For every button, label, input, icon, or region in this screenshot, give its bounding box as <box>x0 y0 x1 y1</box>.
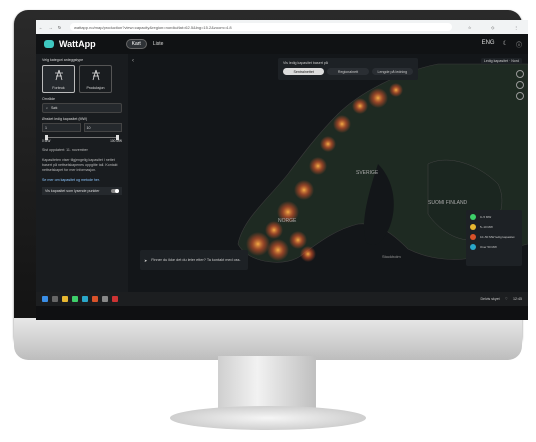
switch-label: Vis kapasitet som lysende punkter <box>45 189 100 193</box>
zoom-out-icon[interactable] <box>516 81 524 89</box>
map-area[interactable]: SVERIGE NORGE SUOMI FINLAND Stockholm ‹ … <box>128 54 528 292</box>
method-link[interactable]: Se mer om kapasitet og metode her. <box>42 178 122 183</box>
search-value: Søk <box>51 106 58 110</box>
sidebar: Velg kategori anleggstype Forbruk Produk… <box>36 54 128 292</box>
theme-icon[interactable]: ☾ <box>503 40 508 49</box>
capacity-basis-toggle: Vis ledig kapasitet basert på Sentralnet… <box>278 58 418 80</box>
locate-icon[interactable] <box>516 92 524 100</box>
edge-icon[interactable] <box>82 296 88 302</box>
legend-label: 10–50 MW ledig kapasitet <box>480 235 515 239</box>
browser-controls: ☆ ◇ ⋮ <box>458 25 528 30</box>
city-label-stockholm: Stockholm <box>382 254 401 259</box>
forward-icon[interactable]: → <box>48 25 52 30</box>
option-regional[interactable]: Regionalnett <box>327 68 369 75</box>
map-legend: 0–5 MW 5–10 MW 10–50 MW ledig kapasitet … <box>466 210 522 266</box>
country-label-norway: NORGE <box>278 218 297 224</box>
taskbar: Delvis skyet ⌔ 12:45 <box>36 292 528 306</box>
info-icon[interactable]: ⓘ <box>516 40 522 49</box>
reload-icon[interactable]: ↻ <box>58 25 61 30</box>
capacity-slider[interactable] <box>45 135 119 140</box>
legend-label: 0–5 MW <box>480 215 492 219</box>
view-toggle: Kart Liste <box>125 39 164 49</box>
extensions-icon[interactable]: ◇ <box>491 25 494 30</box>
option-line-length[interactable]: Lengde på ledning <box>371 68 413 75</box>
send-icon: ➤ <box>144 258 148 263</box>
back-icon[interactable]: ← <box>39 25 43 30</box>
country-label-sweden: SVERIGE <box>356 170 379 176</box>
toggle-segments: Sentralnettet Regionalnett Lengde på led… <box>283 68 413 75</box>
range-to-input[interactable]: 10 <box>83 123 122 132</box>
search-label: Område <box>42 97 55 101</box>
search-taskbar-icon[interactable] <box>52 296 58 302</box>
monitor-base <box>170 406 366 430</box>
windows-icon[interactable] <box>42 296 48 302</box>
legend-item: 0–5 MW <box>470 214 518 220</box>
browser-nav: ← → ↻ <box>36 25 64 30</box>
type-section: Velg kategori anleggstype Forbruk Produk… <box>42 58 122 93</box>
legend-dot <box>470 234 476 240</box>
pylon-icon <box>54 69 63 81</box>
search-section: Område ⌕ Søk <box>42 97 122 113</box>
slider-scale: 0 MW 100 MW <box>42 139 122 143</box>
country-label-finland: SUOMI FINLAND <box>428 200 468 206</box>
capacity-range: 1 10 <box>42 123 122 132</box>
star-icon[interactable]: ☆ <box>468 25 472 30</box>
updated-note: Sist oppdatert: 11. november <box>42 148 88 152</box>
app-icon[interactable] <box>112 296 118 302</box>
taskbar-icons <box>42 296 118 302</box>
clock[interactable]: 12:45 <box>513 297 522 301</box>
capacity-note: Kapasiteten viser tilgjengelig kapasitet… <box>42 158 118 172</box>
capacity-label: Ønsket ledig kapasitet (MW) <box>42 117 88 121</box>
tab-map[interactable]: Kart <box>125 39 147 49</box>
range-from-input[interactable]: 1 <box>42 123 81 132</box>
url-bar[interactable]: wattapp.no/map/production?view=capacity&… <box>70 23 452 31</box>
app-header: WattApp Kart Liste ENG ☾ ⓘ <box>36 34 528 54</box>
capacity-section: Ønsket ledig kapasitet (MW) 1 10 0 MW 10… <box>42 117 122 195</box>
header-right: ENG ☾ ⓘ <box>482 40 522 49</box>
legend-item: 5–10 MW <box>470 224 518 230</box>
screen: ← → ↻ wattapp.no/map/production?view=cap… <box>36 20 528 320</box>
system-tray: Delvis skyet ⌔ 12:45 <box>480 297 522 302</box>
logo-icon <box>44 40 54 48</box>
legend-label: 5–10 MW <box>480 225 493 229</box>
type-button-production[interactable]: Produksjon <box>79 65 112 93</box>
collapse-sidebar-icon[interactable]: ‹ <box>132 58 134 64</box>
folder-icon[interactable] <box>62 296 68 302</box>
type-label: Produksjon <box>86 86 105 90</box>
store-icon[interactable] <box>102 296 108 302</box>
weather-icon[interactable]: Delvis skyet <box>480 297 499 301</box>
legend-label: Over 50 MW <box>480 245 497 249</box>
section-title: Velg kategori anleggstype <box>42 58 84 62</box>
tab-list[interactable]: Liste <box>153 41 164 47</box>
help-box[interactable]: ➤ Finner du ikke det du leter etter? Ta … <box>140 250 248 270</box>
type-button-consumption[interactable]: Forbruk <box>42 65 75 93</box>
legend-item: 10–50 MW ledig kapasitet <box>470 234 518 240</box>
map-controls <box>516 70 524 100</box>
legend-dot <box>470 244 476 250</box>
help-text: Finner du ikke det du leter etter? Ta ko… <box>151 257 241 262</box>
language-button[interactable]: ENG <box>482 40 495 49</box>
pylon-icon <box>91 69 100 81</box>
legend-item: Over 50 MW <box>470 244 518 250</box>
app-name: WattApp <box>59 39 96 49</box>
type-buttons: Forbruk Produksjon <box>42 65 122 93</box>
legend-dot <box>470 214 476 220</box>
search-input[interactable]: ⌕ Søk <box>42 103 122 113</box>
toggle-heading: Vis ledig kapasitet basert på <box>283 61 328 65</box>
glow-setting: Vis kapasitet som lysende punkter <box>42 187 122 195</box>
monitor-chin <box>14 318 522 360</box>
chrome-icon[interactable] <box>72 296 78 302</box>
option-central[interactable]: Sentralnettet <box>283 68 325 75</box>
app-logo[interactable]: WattApp <box>44 39 96 49</box>
wifi-icon[interactable]: ⌔ <box>505 297 508 302</box>
menu-icon[interactable]: ⋮ <box>514 25 518 30</box>
map-timestamp: Ledig kapasitet · Nord <box>480 58 522 64</box>
search-icon: ⌕ <box>46 106 49 110</box>
type-label: Forbruk <box>52 86 65 90</box>
office-icon[interactable] <box>92 296 98 302</box>
zoom-in-icon[interactable] <box>516 70 524 78</box>
legend-dot <box>470 224 476 230</box>
glow-switch[interactable] <box>111 189 119 193</box>
browser-bar: ← → ↻ wattapp.no/map/production?view=cap… <box>36 20 528 34</box>
